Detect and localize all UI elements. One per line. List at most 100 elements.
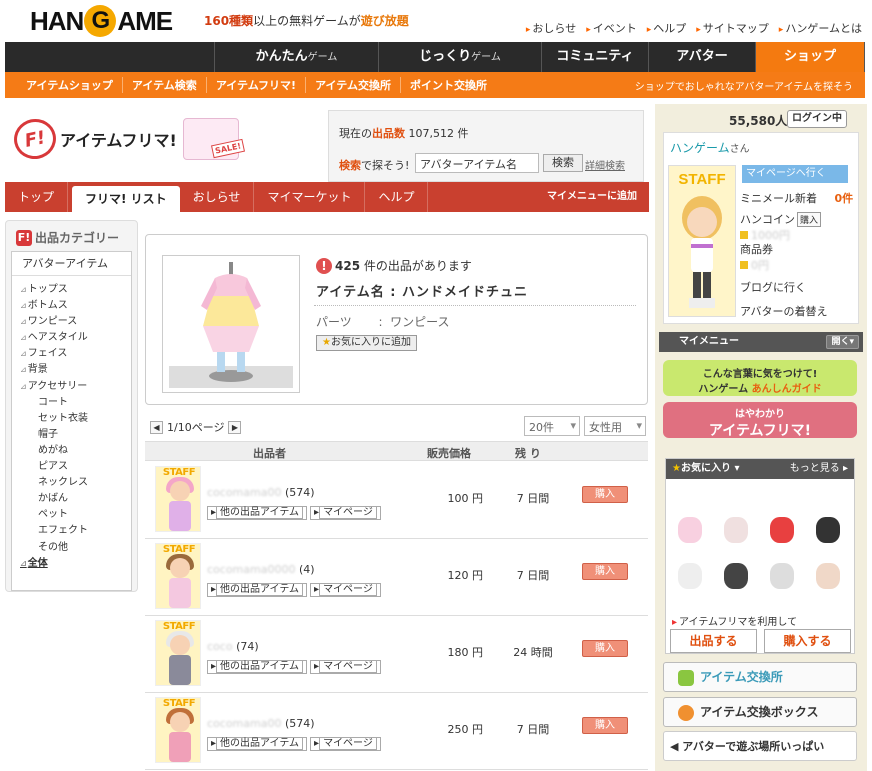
search-input[interactable]: アバターアイテム名 — [415, 153, 539, 173]
snav-item-shop[interactable]: アイテムショップ — [17, 77, 122, 93]
link-about[interactable]: ハンゲームとは — [779, 20, 862, 36]
cat-sub-other[interactable]: その他 — [20, 540, 131, 556]
parts-sep: : — [378, 315, 383, 329]
favorite-item-icon[interactable] — [724, 563, 748, 589]
buy-item-button[interactable]: 購入 — [582, 640, 628, 657]
link-sitemap[interactable]: サイトマップ — [696, 20, 769, 36]
flema-guide-banner[interactable]: はやわかり アイテムフリマ! — [663, 402, 857, 439]
add-mymenu-link[interactable]: マイメニューに追加 — [547, 182, 649, 212]
mypage-button[interactable]: マイページへ行く — [742, 165, 848, 183]
seller-name[interactable]: cocomama0000 (4) — [207, 563, 315, 576]
seller-count: (574) — [284, 717, 315, 730]
seller-mypage-button[interactable]: ▸ マイページ — [310, 660, 381, 674]
dressup-link[interactable]: アバターの着替え — [740, 303, 828, 319]
safety-guide-banner[interactable]: こんな言葉に気をつけて! ハンゲーム あんしんガイド — [663, 360, 857, 396]
link-news[interactable]: おしらせ — [526, 20, 576, 36]
favorite-item-icon[interactable] — [816, 517, 840, 543]
flema-logo[interactable]: F! アイテムフリマ! SALE! — [10, 115, 245, 163]
favorite-item-icon[interactable] — [678, 517, 702, 543]
cat-sub-coat[interactable]: コート — [20, 395, 131, 411]
sell-button[interactable]: 出品する — [670, 629, 757, 653]
snav-item-flema[interactable]: アイテムフリマ! — [205, 77, 305, 93]
favorite-item-icon[interactable] — [770, 563, 794, 589]
cat-accessory[interactable]: アクセサリー — [20, 379, 131, 395]
search-label: 検索で探そう! — [339, 157, 409, 173]
seller-mypage-button[interactable]: ▸ マイページ — [310, 506, 381, 520]
cat-face[interactable]: フェイス — [20, 346, 131, 362]
seller-name[interactable]: cocomama00 (574) — [207, 486, 315, 499]
other-items-button[interactable]: ▸ 他の出品アイテム — [207, 583, 308, 597]
cat-bg[interactable]: 背景 — [20, 362, 131, 378]
favorite-item-icon[interactable] — [724, 517, 748, 543]
favorite-item-icon[interactable] — [678, 563, 702, 589]
hangame-logo[interactable]: HAN G AME — [30, 4, 173, 38]
cat-sub-effect[interactable]: エフェクト — [20, 523, 131, 539]
cat-hair[interactable]: ヘアスタイル — [20, 330, 131, 346]
buy-item-button[interactable]: 購入 — [582, 563, 628, 580]
tab-list[interactable]: フリマ! リスト — [72, 186, 180, 212]
cat-sub-pierce[interactable]: ピアス — [20, 459, 131, 475]
seller-mypage-button[interactable]: ▸ マイページ — [310, 737, 381, 751]
tab-help[interactable]: ヘルプ — [365, 182, 429, 212]
cat-sub-necklace[interactable]: ネックレス — [20, 475, 131, 491]
tab-news[interactable]: おしらせ — [180, 182, 255, 212]
favorite-item-icon[interactable] — [816, 563, 840, 589]
blog-link[interactable]: ブログに行く — [740, 279, 806, 295]
cat-onepiece[interactable]: ワンピース — [20, 314, 131, 330]
favorite-item-icon[interactable] — [770, 517, 794, 543]
link-event[interactable]: イベント — [586, 20, 637, 36]
seller-mypage-button[interactable]: ▸ マイページ — [310, 583, 381, 597]
gnav-easy[interactable]: かんたんゲーム — [215, 42, 379, 72]
favorites-title[interactable]: お気に入り — [681, 463, 731, 474]
cat-sub-set[interactable]: セット衣装 — [20, 411, 131, 427]
category-root[interactable]: アバターアイテム — [12, 252, 131, 276]
seller-avatar[interactable]: STAFF — [155, 543, 201, 609]
buy-button[interactable]: 購入する — [764, 629, 851, 653]
cat-bottoms[interactable]: ボトムス — [20, 298, 131, 314]
gnav-serious[interactable]: じっくりゲーム — [379, 42, 542, 72]
tab-top[interactable]: トップ — [5, 182, 69, 212]
profile-avatar[interactable]: STAFF — [668, 165, 736, 317]
gnav-avatar[interactable]: アバター — [649, 42, 756, 72]
add-favorite-button[interactable]: ★お気に入りに追加 — [316, 335, 417, 351]
gender-select[interactable]: 女性用 — [584, 416, 646, 436]
link-help[interactable]: ヘルプ — [647, 20, 686, 36]
other-items-button[interactable]: ▸ 他の出品アイテム — [207, 506, 308, 520]
cat-all[interactable]: 全体 — [20, 556, 131, 572]
cat-sub-pet[interactable]: ペット — [20, 507, 131, 523]
other-items-button[interactable]: ▸ 他の出品アイテム — [207, 660, 308, 674]
cat-sub-bag[interactable]: かばん — [20, 491, 131, 507]
gnav-shop[interactable]: ショップ — [756, 42, 865, 72]
seller-name[interactable]: coco (74) — [207, 640, 259, 653]
prev-page-icon[interactable]: ◀ — [150, 420, 163, 434]
coin-buy-button[interactable]: 購入 — [797, 212, 822, 227]
avatar-play-banner[interactable]: ◀ アバターで遊ぶ場所いっぱい — [663, 731, 857, 761]
seller-avatar[interactable]: STAFF — [155, 697, 201, 763]
cat-sub-hat[interactable]: 帽子 — [20, 427, 131, 443]
tab-mymarket[interactable]: マイマーケット — [254, 182, 366, 212]
buy-item-button[interactable]: 購入 — [582, 717, 628, 734]
advanced-search-link[interactable]: 詳細検索 — [585, 157, 625, 172]
snav-item-exchange[interactable]: アイテム交換所 — [305, 77, 400, 93]
exchange-box-banner[interactable]: アイテム交換ボックス — [663, 697, 857, 727]
item-exchange-banner[interactable]: アイテム交換所 — [663, 662, 857, 692]
other-items-label: 他の出品アイテム — [216, 660, 304, 673]
snav-item-search[interactable]: アイテム検索 — [121, 77, 206, 93]
seller-name[interactable]: cocomama00 (574) — [207, 717, 315, 730]
user-name[interactable]: ハンゲームさん — [670, 139, 750, 156]
next-page-icon[interactable]: ▶ — [228, 420, 242, 434]
cat-tops[interactable]: トップス — [20, 282, 131, 298]
mail-line[interactable]: ミニメール新着 0件 — [740, 190, 853, 206]
seller-avatar[interactable]: STAFF — [155, 466, 201, 532]
snav-item-point[interactable]: ポイント交換所 — [399, 77, 496, 93]
login-status[interactable]: ログイン中 — [787, 110, 847, 128]
mymenu-open-button[interactable]: 開く▾ — [826, 335, 859, 349]
gnav-community[interactable]: コミュニティ — [542, 42, 649, 72]
per-page-select[interactable]: 20件 — [524, 416, 580, 436]
other-items-button[interactable]: ▸ 他の出品アイテム — [207, 737, 308, 751]
buy-item-button[interactable]: 購入 — [582, 486, 628, 503]
search-button[interactable]: 検索 — [543, 154, 583, 172]
favorites-more-link[interactable]: もっと見る ▸ — [790, 459, 848, 479]
seller-avatar[interactable]: STAFF — [155, 620, 201, 686]
cat-sub-glasses[interactable]: めがね — [20, 443, 131, 459]
